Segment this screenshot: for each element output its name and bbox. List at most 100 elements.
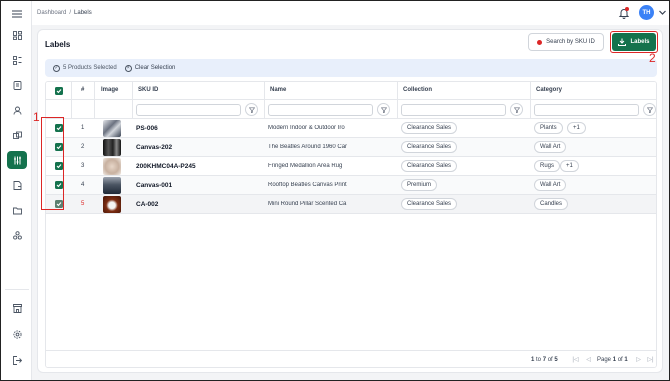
labels-nav-icon[interactable] [7, 151, 27, 169]
table-header: # Image SKU ID Name Collection Category [46, 82, 656, 100]
sku-cell: PS-006 [136, 125, 158, 132]
breadcrumb-separator: / [69, 10, 72, 16]
selected-count-label: 5 Products Selected [63, 65, 117, 71]
sku-cell: CA-002 [136, 201, 159, 208]
category-tag: Rugs [534, 160, 561, 172]
annotation-two: 2 [649, 51, 656, 65]
collection-tag: Clearance Sales [401, 122, 458, 134]
sku-filter-input[interactable] [136, 104, 241, 116]
menu-icon[interactable] [7, 5, 27, 23]
category-more-tag[interactable]: +1 [567, 122, 586, 134]
row-number: 5 [81, 201, 85, 207]
product-thumbnail [103, 120, 121, 137]
collection-filter-icon[interactable] [510, 103, 523, 116]
name-cell: Fringed Medallion Area Rug [268, 163, 343, 169]
close-circle-icon: × [124, 64, 132, 72]
name-cell: The Beatles Around 1960 Car [268, 144, 348, 150]
annotation-one: 1 [33, 110, 40, 124]
table-row[interactable]: 1 PS-006 Modern Indoor & Outdoor Iro Cle… [46, 119, 656, 138]
integrations-icon[interactable] [7, 226, 27, 244]
avatar[interactable]: TH [639, 5, 654, 20]
row-number: 3 [81, 163, 85, 169]
header-image: Image [101, 87, 119, 93]
name-filter-input[interactable] [268, 104, 373, 116]
name-cell: Mini Round Pillar Scented Ca [268, 201, 347, 207]
labels-button[interactable]: Labels [612, 33, 656, 51]
labels-button-label: Labels [630, 39, 650, 45]
select-all-checkbox[interactable] [55, 87, 63, 95]
page-title: Labels [45, 40, 71, 49]
check-circle-icon: ✓ [53, 64, 60, 72]
sidebar-divider [5, 289, 29, 290]
notification-dot [625, 7, 629, 11]
table-row[interactable]: 3 200KHMC04A-P245 Fringed Medallion Area… [46, 157, 656, 176]
orders-icon[interactable] [7, 76, 27, 94]
name-filter-icon[interactable] [377, 103, 390, 116]
collection-tag: Clearance Sales [401, 198, 458, 210]
selection-bar: ✓ 5 Products Selected × Clear Selection [45, 59, 657, 77]
sku-cell: 200KHMC04A-P245 [136, 163, 196, 170]
header-sku[interactable]: SKU ID [138, 87, 158, 93]
category-tag: Plants [534, 122, 563, 134]
sku-filter-icon[interactable] [245, 103, 258, 116]
table-row[interactable]: 5 CA-002 Mini Round Pillar Scented Ca Cl… [46, 195, 656, 214]
settings-icon[interactable] [7, 325, 27, 343]
pagination-page: Page 1 of 1 [597, 357, 628, 363]
breadcrumb-dashboard[interactable]: Dashboard [37, 10, 66, 16]
top-bar: Dashboard / Labels TH [32, 1, 669, 25]
checkbox-highlight-box [41, 117, 64, 210]
inventory-icon[interactable] [7, 126, 27, 144]
clear-selection-label: Clear Selection [134, 65, 176, 71]
sidebar [1, 1, 32, 380]
header-category[interactable]: Category [536, 87, 562, 93]
chevron-down-icon[interactable] [658, 8, 667, 17]
row-number: 1 [81, 125, 85, 131]
sku-cell: Canvas-202 [136, 144, 173, 151]
row-number: 2 [81, 144, 85, 150]
table-row[interactable]: 2 Canvas-202 The Beatles Around 1960 Car… [46, 138, 656, 157]
logout-icon[interactable] [7, 351, 27, 369]
download-icon [618, 38, 627, 46]
dashboard-icon[interactable] [7, 26, 27, 44]
folder-icon[interactable] [7, 201, 27, 219]
clear-selection-button[interactable]: × Clear Selection [124, 64, 176, 72]
table-row[interactable]: 4 Canvas-001 Rooftop Beatles Canvas Prin… [46, 176, 656, 195]
category-tag: Candles [534, 198, 569, 210]
header-number: # [81, 87, 85, 93]
collection-tag: Clearance Sales [401, 141, 458, 153]
category-filter-input[interactable] [534, 104, 639, 116]
product-thumbnail [103, 196, 121, 213]
name-cell: Rooftop Beatles Canvas Print [268, 182, 347, 188]
last-page-icon[interactable]: ▷| [646, 356, 655, 365]
category-tag: Wall Art [534, 179, 567, 191]
store-icon[interactable] [7, 299, 27, 317]
prev-page-icon[interactable]: ◁ [584, 356, 593, 365]
selected-count: ✓ 5 Products Selected [53, 64, 117, 72]
breadcrumb: Dashboard / Labels [37, 10, 92, 16]
name-cell: Modern Indoor & Outdoor Iro [268, 125, 345, 131]
product-thumbnail [103, 177, 121, 194]
collection-tag: Clearance Sales [401, 160, 458, 172]
header-collection[interactable]: Collection [403, 87, 432, 93]
search-by-sku-button[interactable]: Search by SKU ID [528, 33, 604, 51]
row-number: 4 [81, 182, 85, 188]
collection-tag: Premium [401, 179, 438, 191]
product-thumbnail [103, 139, 121, 156]
record-dot-icon [537, 39, 543, 45]
user-icon[interactable] [7, 101, 27, 119]
category-more-tag[interactable]: +1 [560, 160, 579, 172]
catalog-icon[interactable] [7, 51, 27, 69]
table-footer: 1 to 7 of 5 |◁ ◁ Page 1 of 1 ▷ ▷| [46, 350, 656, 367]
next-page-icon[interactable]: ▷ [634, 356, 643, 365]
sku-cell: Canvas-001 [136, 182, 173, 189]
breadcrumb-current: Labels [74, 10, 92, 16]
document-icon[interactable] [7, 176, 27, 194]
search-by-sku-label: Search by SKU ID [546, 39, 595, 45]
notification-bell-icon[interactable] [618, 7, 630, 19]
first-page-icon[interactable]: |◁ [571, 356, 580, 365]
labels-button-highlight: Labels [610, 31, 658, 53]
header-name[interactable]: Name [270, 87, 286, 93]
category-filter-icon[interactable] [643, 103, 656, 116]
collection-filter-input[interactable] [401, 104, 506, 116]
labels-card: Labels Search by SKU ID Labels ✓ 5 Produ… [37, 29, 663, 373]
